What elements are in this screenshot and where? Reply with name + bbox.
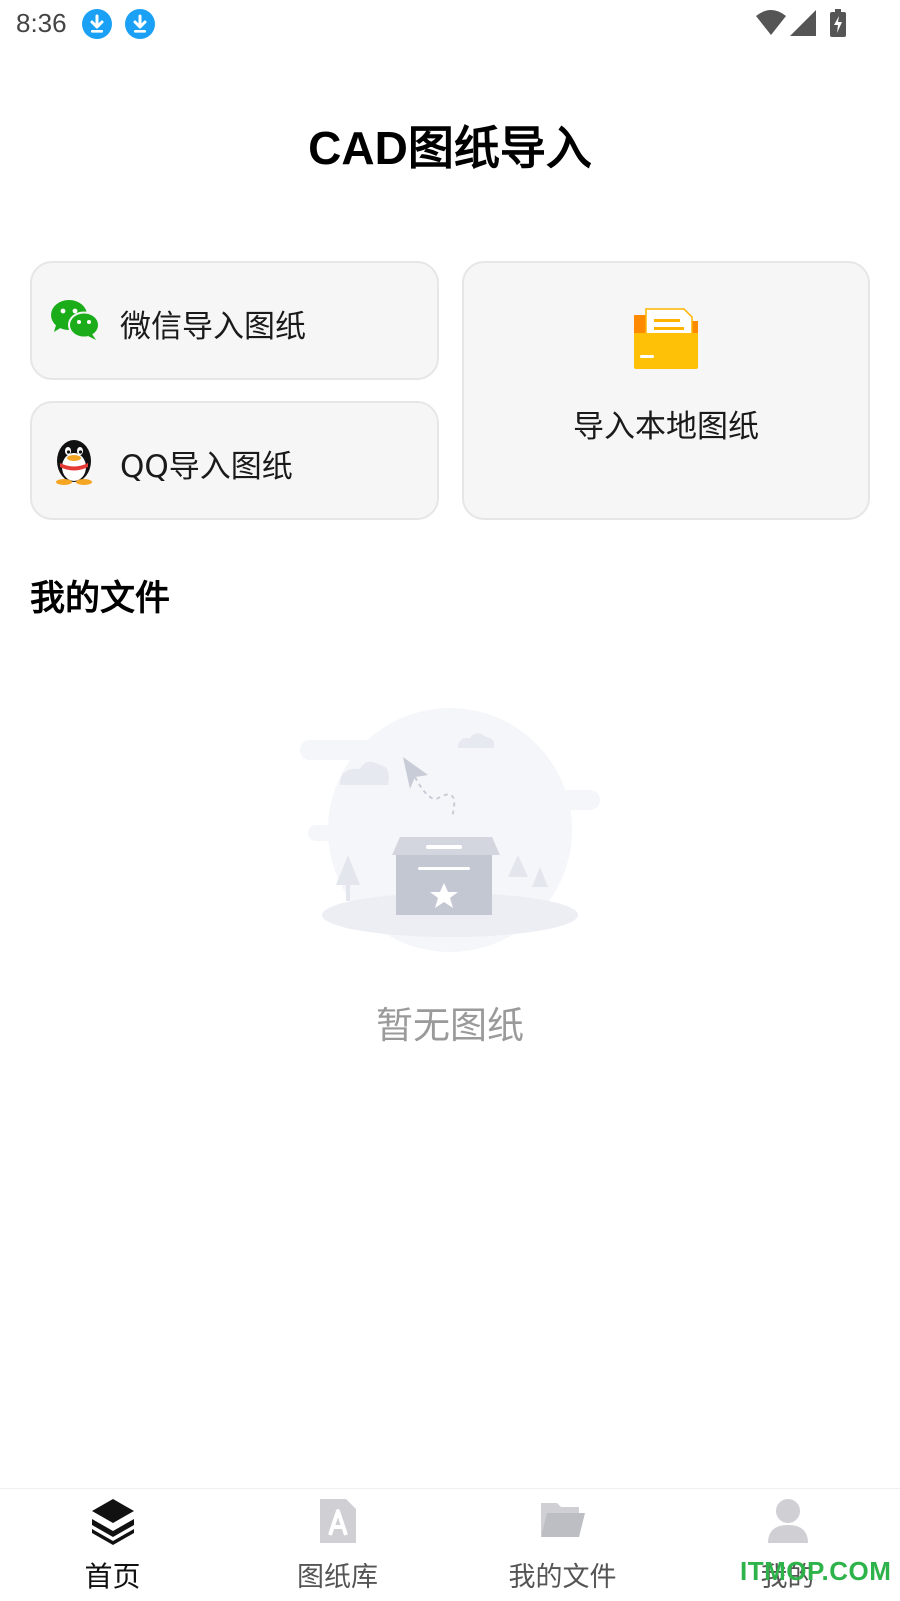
nav-label-my-files: 我的文件 (508, 1562, 617, 1593)
wechat-import-label: 微信导入图纸 (120, 309, 306, 345)
battery-charging-icon (829, 9, 847, 41)
download-icon (125, 9, 155, 39)
qq-import-label: QQ导入图纸 (120, 449, 293, 485)
folder-icon (632, 305, 700, 375)
user-icon (766, 1497, 810, 1547)
cell-signal-icon (790, 10, 816, 40)
nav-label-drawing-library: 图纸库 (297, 1562, 378, 1593)
empty-box-illustration (300, 705, 600, 984)
page-title: CAD图纸导入 (308, 122, 592, 174)
local-import-button[interactable]: 导入本地图纸 (462, 261, 870, 520)
wechat-import-button[interactable]: 微信导入图纸 (30, 261, 439, 380)
nav-item-my-files[interactable]: 我的文件 (450, 1489, 675, 1601)
wifi-icon (756, 10, 786, 40)
layers-icon (90, 1497, 136, 1549)
nav-item-home[interactable]: 首页 (0, 1489, 225, 1601)
status-time: 8:36 (16, 8, 67, 38)
nav-label-home: 首页 (84, 1560, 141, 1593)
qq-penguin-icon (52, 437, 96, 489)
nav-item-drawing-library[interactable]: 图纸库 (225, 1489, 450, 1601)
watermark: ITMOP.COM (740, 1556, 892, 1586)
local-import-label: 导入本地图纸 (573, 409, 759, 445)
download-icon (82, 9, 112, 39)
my-files-heading: 我的文件 (30, 579, 171, 619)
status-bar: 8:36 (0, 0, 900, 48)
wechat-icon (50, 299, 100, 345)
empty-state-text: 暂无图纸 (376, 1004, 524, 1047)
qq-import-button[interactable]: QQ导入图纸 (30, 401, 439, 520)
document-a-icon (318, 1497, 358, 1549)
folder-open-icon (539, 1497, 587, 1545)
